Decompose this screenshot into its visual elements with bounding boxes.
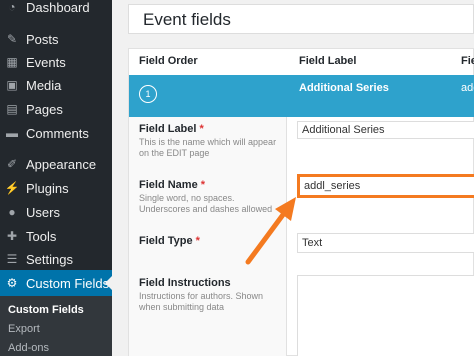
custom-fields-submenu: Custom Fields Export Add-ons [0,296,112,356]
dashboard-icon: ◔ [8,0,16,14]
field-instructions-textarea[interactable] [297,275,474,356]
menu-item-media[interactable]: ▣ Media [0,73,112,97]
menu-item-custom-fields[interactable]: ⚙ Custom Fields [0,270,112,296]
menu-item-events[interactable]: ▦ Events [0,50,112,74]
menu-label: Appearance [26,156,97,172]
menu-label: Settings [26,251,73,267]
menu-label: Tools [26,228,57,244]
menu-label: Dashboard [26,0,90,15]
column-header-label: Field Label [299,55,357,67]
menu-label: Plugins [26,180,69,196]
menu-label: Pages [26,101,63,117]
menu-item-posts[interactable]: ✎ Posts [0,27,112,51]
active-indicator [105,276,112,290]
menu-label: Media [26,77,62,93]
comment-icon: ▬ [6,126,18,140]
field-type-select[interactable]: Text [297,233,474,253]
menu-item-tools[interactable]: ✚ Tools [0,224,112,248]
field-row-selected[interactable]: 1 Additional Series add [129,75,474,117]
field-name-input[interactable]: addl_series [297,174,474,198]
column-header-order: Field Order [139,55,198,67]
required-marker: * [199,123,204,135]
settings-icon: ☰ [6,252,18,266]
field-instructions-desc: Instructions for authors. Shown when sub… [139,291,264,312]
menu-label: Posts [26,31,59,47]
field-type-title-text: Field Type [139,235,193,247]
submenu-add-ons[interactable]: Add-ons [8,342,49,354]
menu-label: Users [26,204,60,220]
menu-label: Comments [26,125,89,141]
field-name-desc: Single word, no spaces. Underscores and … [139,193,273,214]
plugin-icon: ⚡ [4,181,20,195]
menu-item-users[interactable]: ● Users [0,200,112,224]
menu-item-settings[interactable]: ☰ Settings [0,247,112,271]
main-content: Event fields Field Order Field Label Fie… [112,0,474,356]
user-icon: ● [8,205,16,219]
field-row-name: add [461,82,474,94]
menu-item-dashboard[interactable]: ◔ Dashboard [0,0,112,19]
wrench-icon: ✚ [6,229,18,243]
field-name-title: Field Name * [139,179,205,191]
admin-sidebar: ◔ Dashboard ✎ Posts ▦ Events ▣ Media ▤ P… [0,0,112,356]
menu-label: Events [26,54,66,70]
page-icon: ▤ [6,102,18,116]
calendar-icon: ▦ [6,55,18,69]
column-header-name: Field [461,55,474,67]
submenu-custom-fields[interactable]: Custom Fields [8,304,84,316]
pin-icon: ✎ [6,32,18,46]
page-title: Event fields [143,10,231,29]
field-label-title: Field Label * [139,123,204,135]
gear-icon: ⚙ [6,276,18,290]
field-instructions-title: Field Instructions [139,277,231,289]
fields-panel: Field Order Field Label Field 1 Addition… [128,48,474,356]
menu-label: Custom Fields [26,275,110,291]
submenu-export[interactable]: Export [8,323,40,335]
required-marker: * [195,235,200,247]
menu-item-appearance[interactable]: ✐ Appearance [0,152,112,176]
title-input[interactable]: Event fields [128,4,474,34]
field-order-badge: 1 [139,85,157,103]
field-settings: Field Label * This is the name which wil… [129,117,474,356]
required-marker: * [200,179,206,191]
field-label-title-text: Field Label [139,123,197,135]
field-label-desc: This is the name which will appear on th… [139,137,277,158]
field-row-label[interactable]: Additional Series [299,82,389,94]
field-type-title: Field Type * [139,235,200,247]
brush-icon: ✐ [6,157,18,171]
menu-item-comments[interactable]: ▬ Comments [0,121,112,145]
menu-item-plugins[interactable]: ⚡ Plugins [0,176,112,200]
field-name-title-text: Field Name [139,179,198,191]
field-label-input[interactable]: Additional Series [297,121,474,139]
menu-item-pages[interactable]: ▤ Pages [0,97,112,121]
media-icon: ▣ [6,78,18,92]
